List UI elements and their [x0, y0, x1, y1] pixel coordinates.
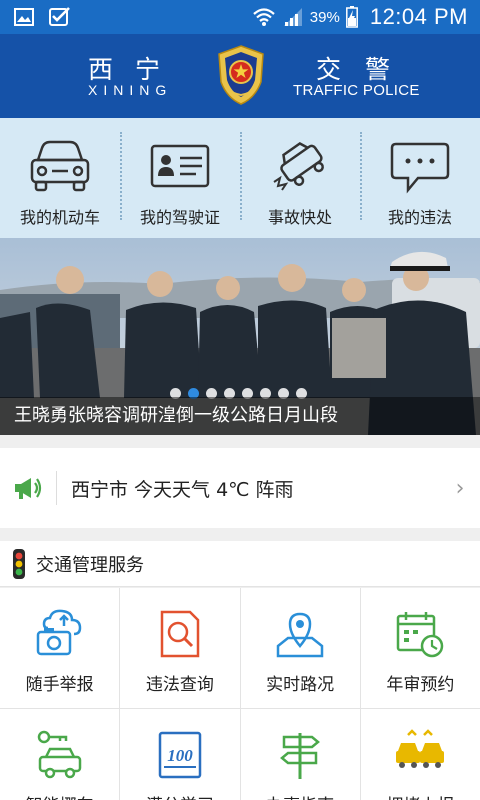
battery-charging-icon: [345, 6, 358, 28]
gallery-notification-icon: [14, 8, 34, 26]
chevron-right-icon: ›: [455, 475, 465, 501]
quick-action-label: 事故快处: [267, 208, 332, 227]
chat-bubble-icon: [390, 142, 450, 194]
service-violation-query[interactable]: 违法查询: [120, 588, 240, 708]
service-guide[interactable]: 办事指南: [240, 709, 360, 800]
signpost-icon: [280, 733, 321, 779]
services-grid: 随手举报 违法查询 实时路况 年审预约 100: [0, 588, 480, 800]
checkmark-notification-icon: [49, 7, 70, 26]
quick-action-label: 我的违法: [387, 208, 452, 227]
service-full-score-study[interactable]: 100 满分学习: [120, 709, 240, 800]
traffic-light-icon: [13, 548, 25, 579]
service-move-car[interactable]: 智能挪车: [0, 709, 120, 800]
service-live-traffic[interactable]: 实时路况: [240, 588, 360, 708]
wifi-icon: [253, 8, 275, 26]
service-label: 违法查询: [145, 675, 214, 695]
police-emblem-icon: [218, 45, 264, 105]
services-header: 交通管理服务: [0, 541, 480, 587]
quick-action-my-vehicle[interactable]: 我的机动车: [0, 118, 120, 238]
quick-action-my-violations[interactable]: 我的违法: [360, 118, 480, 238]
header-city-en: XINING: [88, 82, 173, 98]
status-bar: 39% 12:04 PM: [0, 0, 480, 34]
service-annual-inspection[interactable]: 年审预约: [360, 588, 480, 708]
quick-action-accident-report[interactable]: 事故快处: [240, 118, 360, 238]
app-header: 西宁 XINING 交警 TRAFFIC POLICE: [0, 34, 480, 118]
service-label: 随手举报: [25, 675, 94, 695]
traffic-jam-icon: [396, 729, 445, 768]
car-icon: [30, 140, 90, 192]
service-label: 拥堵上报: [386, 791, 454, 800]
services-title: 交通管理服务: [36, 554, 144, 576]
car-key-icon: [37, 730, 81, 779]
service-label: 实时路况: [266, 675, 335, 695]
service-congestion-report[interactable]: 拥堵上报: [360, 709, 480, 800]
document-search-icon: [160, 610, 200, 658]
signal-strength-icon: [283, 8, 302, 26]
header-dept-cn: 交警: [316, 55, 415, 84]
service-label: 年审预约: [386, 675, 455, 695]
license-card-icon: [150, 144, 210, 188]
quick-action-my-license[interactable]: 我的驾驶证: [120, 118, 240, 238]
clock: 12:04 PM: [369, 4, 468, 29]
calendar-clock-icon: [397, 612, 444, 658]
header-city-cn: 西宁: [88, 55, 183, 84]
header-dept-en: TRAFFIC POLICE: [293, 82, 420, 99]
service-label: 智能挪车: [26, 791, 94, 800]
car-crash-icon: [273, 142, 324, 191]
weather-text: 西宁市 今天天气 4℃ 阵雨: [71, 478, 294, 501]
map-pin-icon: [276, 612, 324, 658]
service-label: 办事指南: [266, 791, 334, 800]
camera-upload-icon: [36, 609, 81, 656]
news-banner-carousel[interactable]: 王晓勇张晓容调研湟倒一级公路日月山段: [0, 238, 480, 435]
svg-text:100: 100: [167, 746, 193, 765]
service-report[interactable]: 随手举报: [0, 588, 120, 708]
quick-action-label: 我的驾驶证: [139, 208, 220, 227]
banner-caption: 王晓勇张晓容调研湟倒一级公路日月山段: [0, 397, 480, 435]
quick-action-label: 我的机动车: [19, 208, 100, 227]
weather-row[interactable]: 西宁市 今天天气 4℃ 阵雨 ›: [0, 448, 480, 528]
megaphone-icon: [15, 478, 42, 499]
quick-actions-bar: 我的机动车 我的驾驶证 事故快处 我的违法: [0, 118, 480, 238]
battery-percent: 39%: [309, 8, 340, 26]
service-label: 满分学习: [146, 791, 214, 800]
score-100-icon: 100: [158, 731, 202, 779]
